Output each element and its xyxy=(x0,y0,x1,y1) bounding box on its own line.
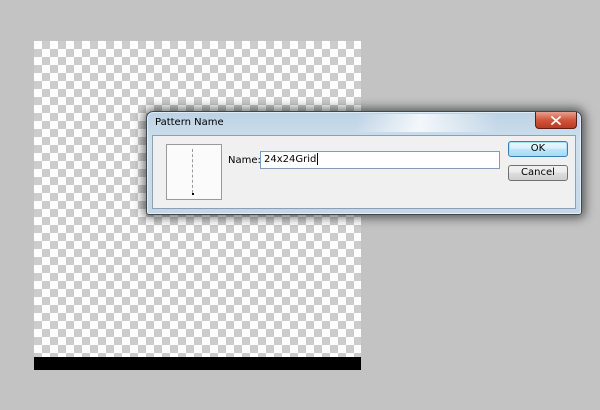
close-icon xyxy=(551,115,561,125)
dialog-title: Pattern Name xyxy=(155,117,224,128)
cancel-button[interactable]: Cancel xyxy=(508,165,568,181)
dialog-client-area: Name: 24x24Grid OK Cancel xyxy=(152,135,576,209)
preview-dashed-line xyxy=(192,149,194,193)
dialog-titlebar[interactable]: Pattern Name xyxy=(147,112,581,134)
name-label: Name: xyxy=(228,155,261,166)
text-caret xyxy=(317,153,319,165)
name-input[interactable]: 24x24Grid xyxy=(260,151,500,169)
ok-button[interactable]: OK xyxy=(508,141,568,157)
pattern-name-dialog: Pattern Name Name: 24x24Grid OK Cancel xyxy=(146,111,582,215)
titlebar-glass-highlight xyxy=(357,114,497,132)
preview-dot xyxy=(192,193,194,195)
canvas-black-bar xyxy=(34,357,361,370)
close-button[interactable] xyxy=(535,112,577,129)
name-input-value: 24x24Grid xyxy=(264,154,317,165)
pattern-preview xyxy=(166,144,222,200)
